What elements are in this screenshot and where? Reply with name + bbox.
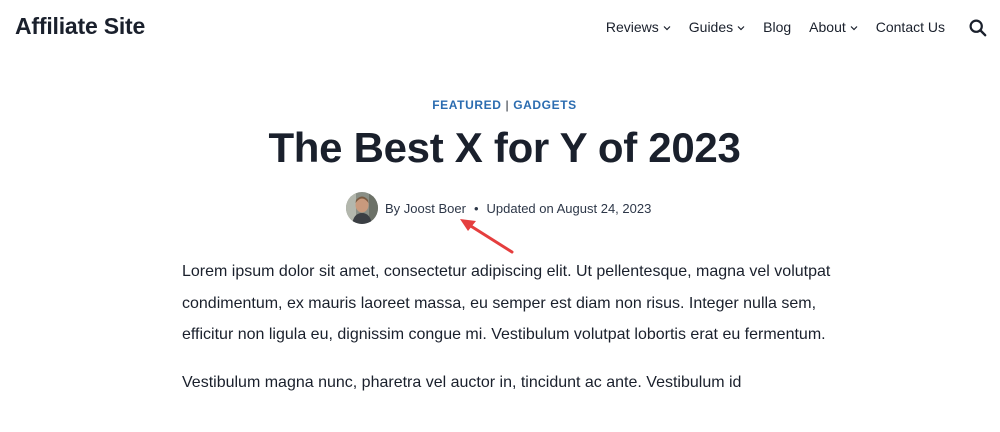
chevron-down-icon	[850, 25, 858, 30]
page: Affiliate Site Reviews Guides Blog About…	[0, 0, 1000, 432]
annotation-arrow-icon	[460, 219, 514, 254]
nav-label: Blog	[763, 19, 792, 35]
post-title: The Best X for Y of 2023	[268, 124, 741, 171]
nav-item-guides[interactable]: Guides	[671, 19, 745, 35]
nav-label: Guides	[688, 19, 734, 35]
author-avatar-image	[346, 192, 378, 224]
avatar[interactable]	[346, 192, 378, 224]
nav-item-about[interactable]: About	[791, 19, 858, 35]
byline-prefix: By	[385, 200, 401, 216]
search-icon[interactable]	[968, 18, 988, 38]
paragraph: Lorem ipsum dolor sit amet, consectetur …	[182, 263, 831, 343]
chevron-down-icon	[663, 25, 671, 30]
category-link-featured[interactable]: FEATURED	[432, 98, 501, 112]
category-separator: |	[505, 98, 510, 112]
category-link-gadgets[interactable]: GADGETS	[513, 98, 577, 112]
main-nav: Reviews Guides Blog About Contact Us	[588, 19, 945, 35]
nav-label: Contact Us	[875, 19, 945, 35]
paragraph: Vestibulum magna nunc, pharetra vel auct…	[182, 373, 742, 391]
nav-label: About	[809, 19, 846, 35]
nav-item-blog[interactable]: Blog	[745, 19, 791, 35]
chevron-down-icon	[737, 25, 745, 30]
site-title[interactable]: Affiliate Site	[15, 13, 145, 40]
nav-item-reviews[interactable]: Reviews	[588, 19, 671, 35]
nav-label: Reviews	[605, 19, 659, 35]
nav-item-contact-us[interactable]: Contact Us	[858, 19, 945, 35]
post-categories: FEATURED | GADGETS	[0, 98, 1000, 112]
post-content: Lorem ipsum dolor sit amet, consectetur …	[182, 256, 832, 414]
